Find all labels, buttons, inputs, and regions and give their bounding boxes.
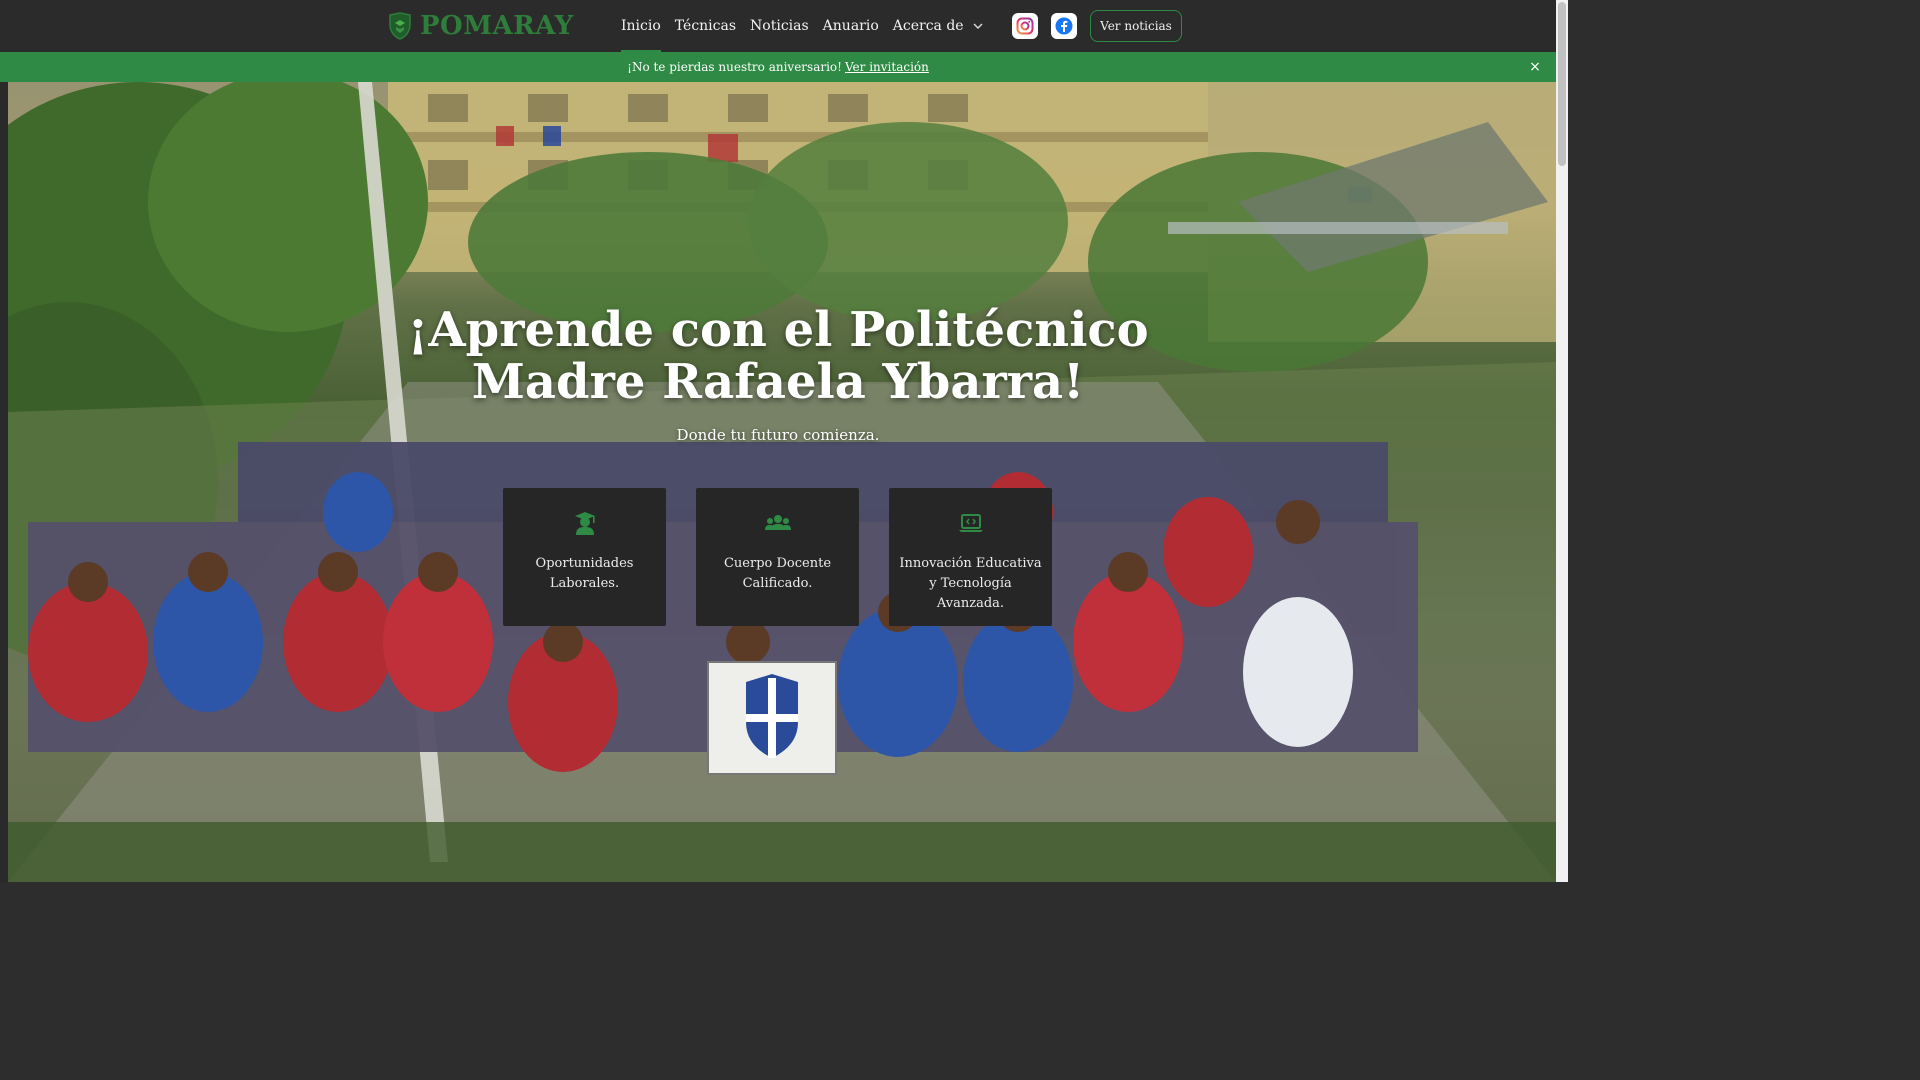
graduate-icon [574, 512, 595, 535]
hero-subtitle: Donde tu futuro comienza. [676, 426, 880, 444]
feature-card-label: Oportunidades Laborales. [535, 556, 634, 591]
announcement-bar: ¡No te pierdas nuestro aniversario! Ver … [0, 52, 1556, 82]
nav-link-tecnicas[interactable]: Técnicas [675, 0, 736, 52]
brand-name: POMARAY [420, 11, 574, 41]
nav-dropdown-label: Acerca de [892, 18, 964, 34]
hero-left-edge [0, 82, 8, 882]
nav-link-anuario[interactable]: Anuario [823, 0, 879, 52]
announcement-text: ¡No te pierdas nuestro aniversario! [627, 60, 842, 74]
feature-card-label: Innovación Educativa y Tecnología Avanza… [899, 556, 1042, 611]
hero-background-photo [8, 82, 1556, 882]
laptop-code-icon [958, 514, 983, 532]
chevron-down-icon [973, 23, 983, 29]
nav-dropdown-acerca-de[interactable]: Acerca de [893, 0, 984, 52]
feature-card-oportunidades: Oportunidades Laborales. [503, 488, 666, 626]
feature-cards: Oportunidades Laborales. Cuerpo Docente … [503, 488, 1052, 626]
hero-title: ¡Aprende con el Politécnico Madre Rafael… [407, 302, 1149, 410]
facebook-button[interactable] [1051, 13, 1077, 39]
instagram-icon [1016, 17, 1034, 35]
shield-logo-icon [389, 12, 411, 40]
hero-section: ¡Aprende con el Politécnico Madre Rafael… [0, 82, 1556, 882]
feature-card-docentes: Cuerpo Docente Calificado. [696, 488, 859, 626]
top-navbar: POMARAY Inicio Técnicas Noticias Anuario… [0, 0, 1556, 52]
main-nav: Inicio Técnicas Noticias Anuario Acerca … [621, 0, 984, 52]
nav-link-noticias[interactable]: Noticias [750, 0, 809, 52]
close-icon[interactable]: × [1526, 58, 1544, 76]
page-scrollbar[interactable] [1556, 0, 1568, 882]
facebook-icon [1055, 17, 1073, 35]
scrollbar-thumb[interactable] [1558, 2, 1566, 166]
instagram-button[interactable] [1012, 13, 1038, 39]
brand-logo-link[interactable]: POMARAY [388, 10, 574, 42]
people-group-icon [764, 515, 791, 530]
ver-noticias-button[interactable]: Ver noticias [1090, 10, 1182, 42]
feature-card-label: Cuerpo Docente Calificado. [723, 556, 832, 591]
feature-card-innovacion: Innovación Educativa y Tecnología Avanza… [889, 488, 1052, 626]
nav-link-inicio[interactable]: Inicio [621, 0, 661, 52]
announcement-link[interactable]: Ver invitación [845, 60, 929, 74]
